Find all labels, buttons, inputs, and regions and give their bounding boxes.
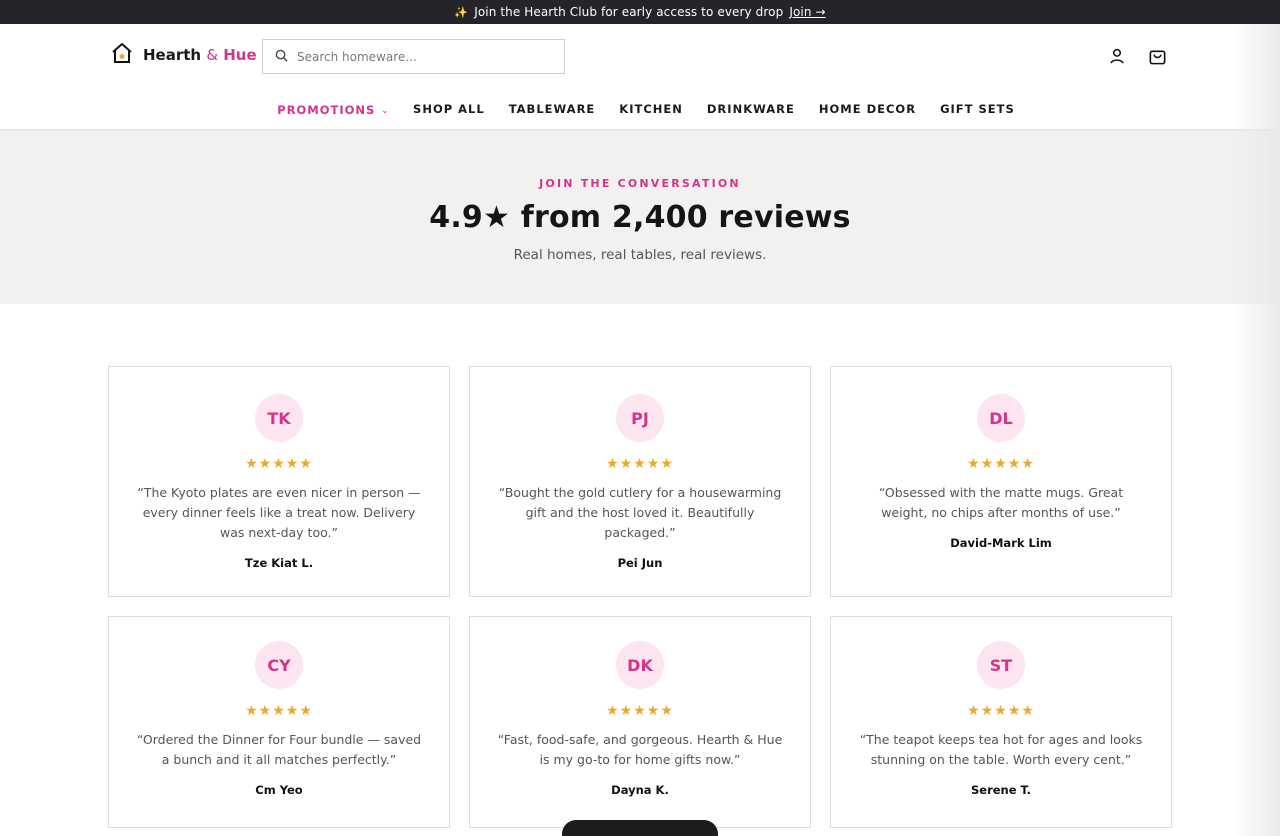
star-rating: ★★★★★ [245,703,313,719]
main-nav: PROMOTIONS ⌄ SHOP ALL TABLEWARE KITCHEN D… [0,101,1280,117]
review-card: CY ★★★★★ “Ordered the Dinner for Four bu… [108,616,450,828]
avatar: ST [977,641,1025,689]
nav-item-shop-all[interactable]: SHOP ALL [413,101,485,117]
sparkle-icon: ✨ [454,5,469,19]
reviews-grid: TK ★★★★★ “The Kyoto plates are even nice… [108,366,1172,828]
star-rating: ★★★★★ [606,703,674,719]
review-card: PJ ★★★★★ “Bought the gold cutlery for a … [469,366,811,597]
review-card: DL ★★★★★ “Obsessed with the matte mugs. … [830,366,1172,597]
star-rating: ★★★★★ [245,456,313,472]
account-icon[interactable] [1107,46,1127,66]
site-header: Hearth & Hue PROMOTIONS⌄ SHOP ALL TABLEW… [0,24,1280,129]
review-quote: “The teapot keeps tea hot for ages and l… [859,732,1143,767]
reviewer-name: David-Mark Lim [950,536,1052,550]
cart-icon[interactable] [1147,46,1167,66]
star-rating: ★★★★★ [967,703,1035,719]
nav-item-promotions[interactable]: PROMOTIONS ⌄ [277,103,389,117]
search-icon [275,47,288,66]
header-icons [1107,46,1167,66]
search-box[interactable] [262,39,565,74]
nav-item-tableware[interactable]: TABLEWARE [509,101,596,117]
reviewer-name: Serene T. [970,783,1031,797]
avatar: CY [255,641,303,689]
hero-title: 4.9★ from 2,400 reviews [429,200,851,235]
floating-dock[interactable] [562,820,718,836]
review-card: TK ★★★★★ “The Kyoto plates are even nice… [108,366,450,597]
reviewer-name: Pei Jun [617,556,663,570]
brand-name: Hearth & Hue [143,46,257,64]
announcement-text: Join the Hearth Club for early access to… [474,5,784,19]
join-link[interactable]: Join → [789,5,825,19]
review-quote: “Fast, food-safe, and gorgeous. Hearth &… [497,732,783,767]
review-card: DK ★★★★★ “Fast, food-safe, and gorgeous.… [469,616,811,828]
reviewer-name: Dayna K. [611,783,669,797]
review-quote: “Bought the gold cutlery for a housewarm… [498,485,782,540]
nav-item-gift-sets[interactable]: GIFT SETS [940,101,1015,117]
avatar: TK [255,394,303,442]
hero-subtitle: Real homes, real tables, real reviews. [513,247,767,263]
avatar: DK [616,641,664,689]
hero-eyebrow: JOIN THE CONVERSATION [539,177,741,190]
announcement-bar: ✨ Join the Hearth Club for early access … [0,0,1280,24]
avatar: PJ [616,394,664,442]
reviewer-name: Cm Yeo [255,783,303,797]
chevron-down-icon: ⌄ [381,105,390,115]
review-quote: “Ordered the Dinner for Four bundle — sa… [136,732,422,767]
search-input[interactable] [297,49,537,64]
avatar: DL [977,394,1025,442]
star-rating: ★★★★★ [606,456,674,472]
review-card: ST ★★★★★ “The teapot keeps tea hot for a… [830,616,1172,828]
review-quote: “Obsessed with the matte mugs. Great wei… [878,485,1124,520]
star-rating: ★★★★★ [967,456,1035,472]
nav-item-home-decor[interactable]: HOME DECOR [819,101,916,117]
nav-item-drinkware[interactable]: DRINKWARE [707,101,795,117]
house-icon [110,41,134,69]
review-quote: “The Kyoto plates are even nicer in pers… [137,485,421,540]
nav-item-kitchen[interactable]: KITCHEN [619,101,683,117]
logo[interactable]: Hearth & Hue [110,41,257,69]
reviewer-name: Tze Kiat L. [244,556,314,570]
reviews-hero: JOIN THE CONVERSATION 4.9★ from 2,400 re… [0,129,1280,304]
